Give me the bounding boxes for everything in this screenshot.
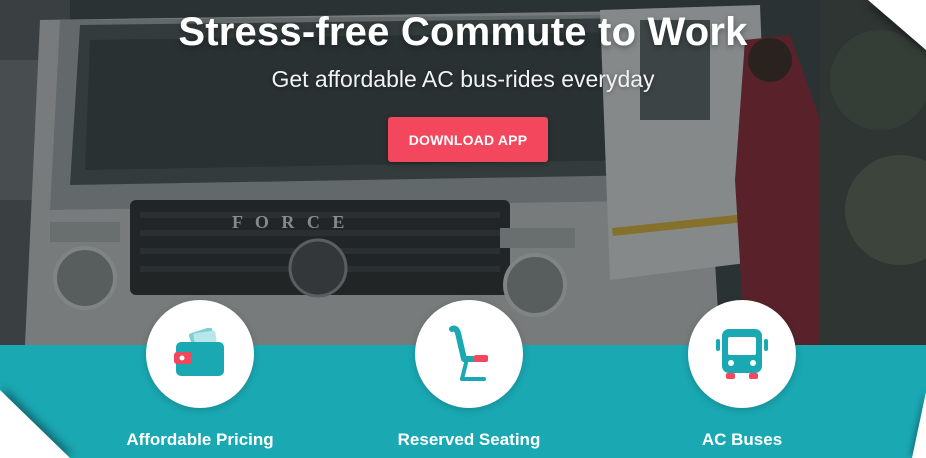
feature-icon-circle [688,300,796,408]
landing-page: F O R C E Stress-free Commute to Work Ge… [0,0,926,458]
bus-brand-text: F O R C E [232,212,349,232]
feature-label: Reserved Seating [397,430,541,449]
seat-icon [449,325,488,381]
feature-label: Affordable Pricing [126,430,274,449]
page-curl-decoration [912,392,926,458]
bus-icon [716,329,768,379]
hero-title: Stress-free Commute to Work [178,10,748,54]
feature-affordable-pricing: Affordable Pricing [90,300,310,458]
page-curl-decoration [0,390,70,458]
feature-icon-circle [146,300,254,408]
wallet-icon [174,328,224,376]
hero-subtitle: Get affordable AC bus-rides everyday [271,66,655,92]
feature-ac-buses: AC Buses [632,300,852,458]
feature-label: AC Buses [701,430,783,449]
feature-icon-circle [415,300,523,408]
page-curl-decoration [868,0,926,50]
feature-reserved-seating: Reserved Seating [359,300,579,458]
download-app-button[interactable]: DOWNLOAD APP [388,117,548,162]
hero-section: F O R C E Stress-free Commute to Work Ge… [0,0,926,345]
